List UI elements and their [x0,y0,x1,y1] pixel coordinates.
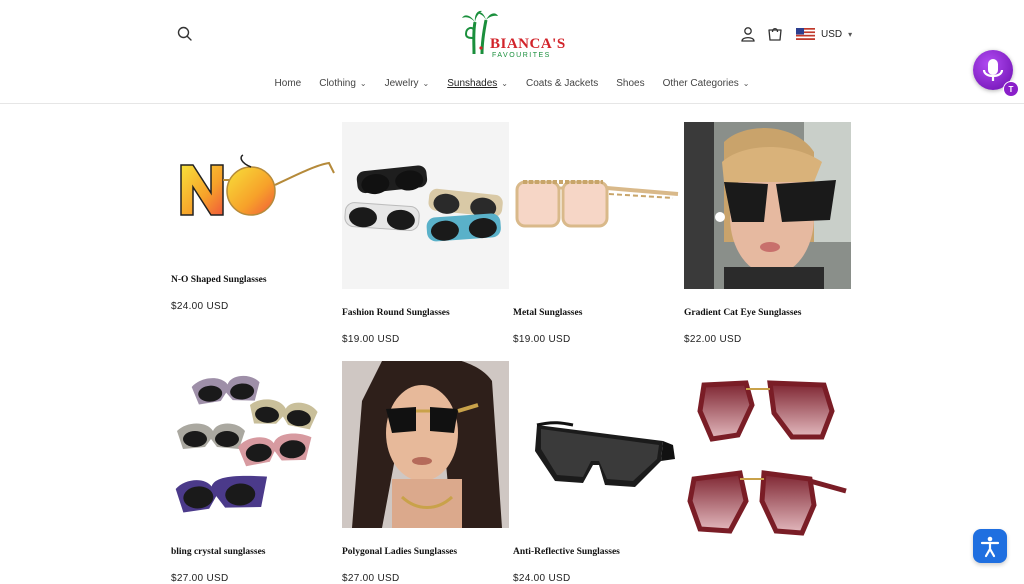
product-image [684,122,851,289]
product-image [684,361,851,541]
nav-label: Other Categories [662,78,739,89]
nav-label: Sunshades [447,78,498,89]
nav-label: Coats & Jackets [525,78,599,89]
nav-item-clothing[interactable]: Clothing ⌄ [310,78,375,89]
search-icon [177,26,192,41]
fashion-round-sunglasses-image [342,122,509,289]
product-card[interactable]: Anti-Reflective Sunglasses $24.00 USD [513,361,680,584]
cart-button[interactable] [766,25,784,43]
chevron-down-icon: ⌄ [422,79,430,88]
nav-item-home[interactable]: Home [266,78,311,89]
product-title: Fashion Round Sunglasses [342,308,450,318]
logo-subtitle: FAVOURITES [492,52,551,59]
product-card[interactable] [684,361,851,541]
chevron-down-icon: ⌄ [359,79,367,88]
chevron-down-icon: ⌄ [501,79,508,88]
product-title: Polygonal Ladies Sunglasses [342,547,458,557]
site-logo[interactable]: BIANCA'S FAVOURITES [460,8,570,64]
nav-label: Jewelry [384,78,419,89]
burgundy-polygon-sunglasses-image [687,380,847,536]
voice-assistant-badge: T [1003,81,1019,97]
accessibility-icon [980,536,1000,558]
nav-label: Clothing [319,78,356,89]
product-image [171,361,338,528]
product-card[interactable]: Fashion Round Sunglasses $19.00 USD [342,122,509,345]
product-image [171,105,338,256]
anti-reflective-sunglasses-image [535,421,675,487]
product-card[interactable]: Metal Sunglasses $19.00 USD [513,122,680,345]
user-icon [741,27,755,42]
product-image [342,361,509,528]
product-title: bling crystal sunglasses [171,547,266,557]
nav-label: Home [274,78,302,89]
us-flag-icon [796,28,815,40]
search-button[interactable] [175,24,195,44]
chevron-down-icon: ⌄ [742,79,750,88]
product-card[interactable]: Polygonal Ladies Sunglasses $27.00 USD [342,361,509,584]
product-title: Gradient Cat Eye Sunglasses [684,308,802,318]
product-image [513,122,680,289]
main-navigation: Home Clothing ⌄ Jewelry ⌄ Sunshades ⌄ Coats… [0,78,1024,89]
nav-item-other-categories[interactable]: Other Categories ⌄ [654,78,759,89]
nav-item-coats-jackets[interactable]: Coats & Jackets [517,78,607,89]
product-price: $19.00 USD [513,334,571,345]
product-price: $19.00 USD [342,334,400,345]
product-card[interactable]: Gradient Cat Eye Sunglasses $22.00 USD [684,122,851,345]
product-price: $27.00 USD [171,573,229,584]
product-price: $24.00 USD [513,573,571,584]
polygonal-ladies-sunglasses-image [342,361,509,528]
cart-icon [768,27,782,41]
product-title: Anti-Reflective Sunglasses [513,547,620,557]
nav-item-jewelry[interactable]: Jewelry ⌄ [376,78,439,89]
nav-item-sunshades[interactable]: Sunshades ⌄ [438,78,517,89]
gradient-cat-eye-sunglasses-image [684,122,851,289]
logo-name: BIANCA'S [490,36,566,52]
product-title: N-O Shaped Sunglasses [171,275,267,285]
product-price: $24.00 USD [171,301,229,312]
accessibility-button[interactable] [973,529,1007,563]
product-price: $27.00 USD [342,573,400,584]
product-image [342,122,509,289]
product-price: $22.00 USD [684,334,742,345]
nav-item-shoes[interactable]: Shoes [607,78,653,89]
bling-crystal-sunglasses-image [175,375,318,513]
metal-sunglasses-image [515,180,679,228]
product-card[interactable]: bling crystal sunglasses $27.00 USD [171,361,338,584]
account-button[interactable] [739,25,757,43]
product-title: Metal Sunglasses [513,308,583,318]
currency-label: USD [821,28,843,40]
nav-label: Shoes [616,78,645,89]
site-header: BIANCA'S FAVOURITES USD ▾ Home Clothing ⌄… [0,0,1024,104]
chevron-down-icon: ▾ [848,29,853,39]
no-shaped-sunglasses-image [180,154,335,216]
product-image [513,361,680,528]
currency-selector[interactable]: USD ▾ [796,26,852,42]
product-card[interactable]: N-O Shaped Sunglasses $24.00 USD [171,105,338,312]
product-grid: N-O Shaped Sunglasses $24.00 USD Fashion… [0,103,1024,584]
